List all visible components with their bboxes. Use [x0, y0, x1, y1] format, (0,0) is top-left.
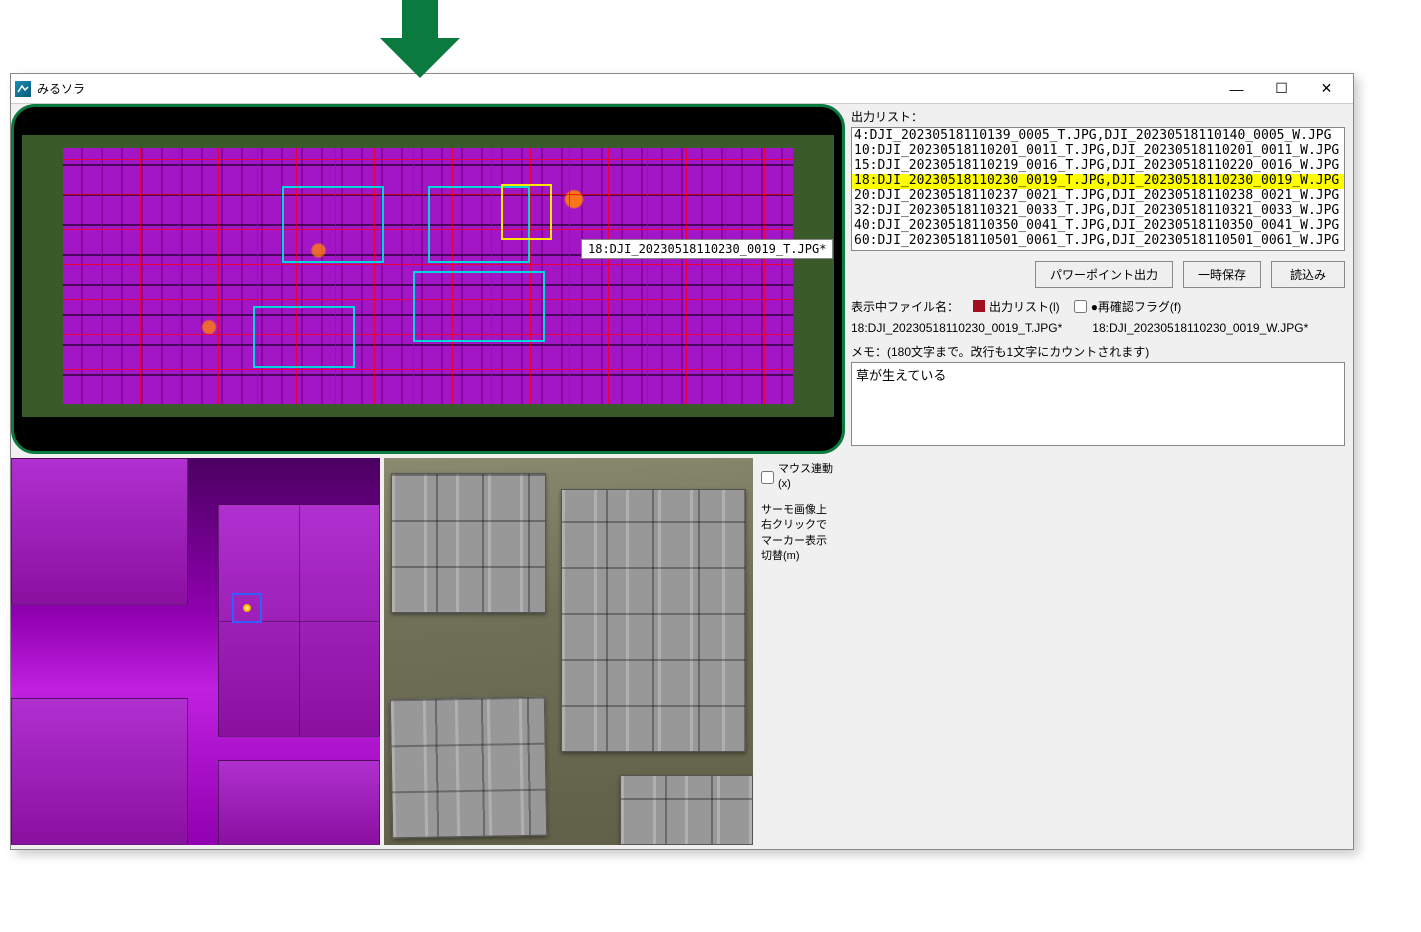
mouse-link-input[interactable]	[761, 471, 774, 484]
app-window: みるソラ — ☐ ✕	[10, 73, 1354, 850]
overview-tooltip: 18:DJI_20230518110230_0019_T.JPG*	[581, 239, 833, 259]
reconfirm-checkbox[interactable]: ●再確認フラグ(f)	[1074, 298, 1182, 315]
annotation-arrow	[380, 0, 460, 75]
help-line: マーカー表示	[761, 534, 841, 549]
help-line: サーモ画像上	[761, 503, 841, 518]
output-list-row[interactable]: 40:DJI_20230518110350_0041_T.JPG,DJI_202…	[852, 219, 1344, 234]
current-file-w: 18:DJI_20230518110230_0019_W.JPG*	[1092, 321, 1308, 335]
output-list-row[interactable]: 15:DJI_20230518110219_0016_T.JPG,DJI_202…	[852, 159, 1344, 174]
visual-thumbnail[interactable]	[384, 458, 753, 845]
mouse-link-checkbox[interactable]: マウス連動 (x)	[761, 462, 841, 493]
output-list-row[interactable]: 32:DJI_20230518110321_0033_T.JPG,DJI_202…	[852, 204, 1344, 219]
current-file-label: 表示中ファイル名：	[851, 298, 959, 315]
output-list-row[interactable]: 10:DJI_20230518110201_0011_T.JPG,DJI_202…	[852, 144, 1344, 159]
reconfirm-input[interactable]	[1074, 300, 1087, 313]
output-list-swatch-icon	[973, 300, 985, 312]
output-list[interactable]: 4:DJI_20230518110139_0005_T.JPG,DJI_2023…	[851, 127, 1345, 251]
app-icon	[15, 81, 31, 97]
output-list-label: 出力リスト：	[851, 108, 1345, 125]
mouse-link-label: マウス連動 (x)	[778, 462, 841, 493]
current-file-t: 18:DJI_20230518110230_0019_T.JPG*	[851, 321, 1062, 335]
close-button[interactable]: ✕	[1304, 75, 1349, 103]
left-pane: 18:DJI_20230518110230_0019_T.JPG*	[11, 104, 849, 849]
thermal-thumbnail[interactable]	[11, 458, 380, 845]
right-pane: 出力リスト： 4:DJI_20230518110139_0005_T.JPG,D…	[849, 104, 1353, 849]
memo-textarea[interactable]	[851, 362, 1345, 446]
output-list-chk-label: 出力リスト(l)	[989, 298, 1060, 315]
memo-label: メモ：(180文字まで。改行も1文字にカウントされます)	[851, 343, 1345, 360]
hotspot-marker	[232, 593, 262, 623]
output-list-row[interactable]: 60:DJI_20230518110501_0061_T.JPG,DJI_202…	[852, 234, 1344, 249]
output-list-checkbox[interactable]: 出力リスト(l)	[973, 298, 1060, 315]
ppt-export-button[interactable]: パワーポイント出力	[1035, 261, 1173, 288]
side-help-panel: マウス連動 (x) サーモ画像上 右クリックで マーカー表示 切替(m)	[757, 458, 845, 845]
overview-map[interactable]	[11, 104, 845, 454]
output-list-row[interactable]: 4:DJI_20230518110139_0005_T.JPG,DJI_2023…	[852, 129, 1344, 144]
minimize-button[interactable]: —	[1214, 75, 1259, 103]
maximize-button[interactable]: ☐	[1259, 75, 1304, 103]
output-list-row[interactable]: 18:DJI_20230518110230_0019_T.JPG,DJI_202…	[852, 174, 1344, 189]
help-line: 右クリックで	[761, 518, 841, 533]
titlebar[interactable]: みるソラ — ☐ ✕	[11, 74, 1353, 104]
app-title: みるソラ	[37, 80, 85, 97]
help-line: 切替(m)	[761, 549, 841, 564]
reconfirm-chk-label: ●再確認フラグ(f)	[1091, 298, 1182, 315]
output-list-row[interactable]: 20:DJI_20230518110237_0021_T.JPG,DJI_202…	[852, 189, 1344, 204]
load-button[interactable]: 読込み	[1271, 261, 1345, 288]
temp-save-button[interactable]: 一時保存	[1183, 261, 1261, 288]
